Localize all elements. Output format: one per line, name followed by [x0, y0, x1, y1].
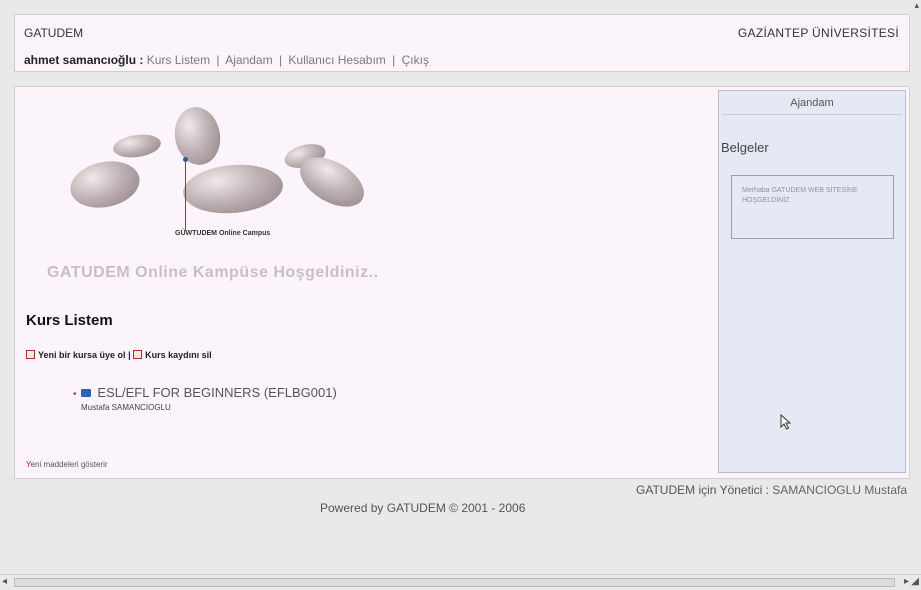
enroll-course-link[interactable]: Yeni bir kursa üye ol — [38, 350, 126, 360]
welcome-heading: GATUDEM Online Kampüse Hoşgeldiniz.. — [47, 264, 379, 281]
course-list-item: • ESL/EFL FOR BEGINNERS (EFLBG001) Musta… — [73, 384, 337, 412]
scroll-left-arrow-icon[interactable]: ◂ — [2, 576, 7, 587]
header: GATUDEM GAZİANTEP ÜNİVERSİTESİ ahmet sam… — [14, 14, 910, 72]
admin-label: GATUDEM için Yönetici : — [636, 483, 769, 497]
welcome-note: Merhaba GATUDEM WEB SİTESİNE HOŞGELDİNİZ — [731, 175, 894, 239]
marker-line — [185, 159, 186, 231]
scroll-right-arrow-icon[interactable]: ▸ — [904, 576, 909, 587]
user-nav: ahmet samancıoğlu : Kurs Listem | Ajanda… — [24, 53, 429, 67]
powered-by: Powered by GATUDEM © 2001 - 2006 — [320, 501, 526, 515]
stone-image — [181, 160, 285, 218]
site-name: GATUDEM — [24, 26, 84, 40]
course-actions: Yeni bir kursa üye ol | Kurs kaydını sil — [26, 350, 212, 360]
course-link[interactable]: ESL/EFL FOR BEGINNERS (EFLBG001) — [97, 385, 336, 400]
actions-separator: | — [128, 350, 131, 360]
content-area: GÜWTUDEM Online Campus GATUDEM Online Ka… — [15, 87, 715, 478]
sidebar-title: Ajandam — [722, 91, 902, 115]
new-items-legend: Yeni maddeleri gösterir — [26, 460, 108, 469]
main-panel: GÜWTUDEM Online Campus GATUDEM Online Ka… — [14, 86, 910, 479]
user-name: ahmet samancıoğlu : — [24, 53, 144, 67]
university-name: GAZİANTEP ÜNİVERSİTESİ — [737, 26, 899, 40]
nav-separator: | — [392, 53, 396, 67]
nav-link-cikis[interactable]: Çıkış — [402, 53, 429, 67]
course-list-title: Kurs Listem — [26, 312, 113, 329]
course-teacher: Mustafa SAMANCIOGLU — [81, 403, 171, 412]
enroll-icon[interactable] — [26, 350, 35, 359]
new-items-legend-text: eni maddeleri gösterir — [30, 460, 108, 469]
resize-corner-icon: ◢ — [911, 576, 919, 587]
page: GATUDEM GAZİANTEP ÜNİVERSİTESİ ahmet sam… — [14, 14, 910, 479]
delete-enrollment-icon[interactable] — [133, 350, 143, 359]
scroll-up-arrow-icon[interactable]: ▴ — [914, 0, 919, 11]
delete-enrollment-link[interactable]: Kurs kaydını sil — [145, 350, 212, 360]
book-icon — [80, 389, 91, 397]
hero-caption: GÜWTUDEM Online Campus — [175, 230, 271, 237]
campus-hero-image: GÜWTUDEM Online Campus — [55, 103, 375, 247]
horizontal-scrollbar[interactable]: ◂ ▸ ◢ — [0, 574, 921, 588]
stone-image — [111, 131, 163, 161]
nav-link-ajandam[interactable]: Ajandam — [225, 53, 272, 67]
mouse-pointer-icon — [780, 414, 792, 430]
documents-heading: Belgeler — [721, 140, 769, 155]
nav-separator: | — [278, 53, 283, 67]
stone-image — [66, 155, 144, 214]
admin-info: GATUDEM için Yönetici : SAMANCIOGLU Must… — [636, 483, 907, 497]
agenda-sidebar: Ajandam Belgeler Merhaba GATUDEM WEB SİT… — [718, 90, 906, 473]
admin-name-link[interactable]: SAMANCIOGLU Mustafa — [772, 483, 907, 497]
stone-image — [170, 103, 225, 169]
scrollbar-track[interactable] — [14, 578, 895, 587]
nav-link-hesabim[interactable]: Kullanıcı Hesabım — [288, 53, 385, 67]
new-item-marker-icon: • — [73, 389, 77, 400]
nav-link-kurs-listem[interactable]: Kurs Listem — [147, 53, 210, 67]
nav-separator: | — [216, 53, 220, 67]
